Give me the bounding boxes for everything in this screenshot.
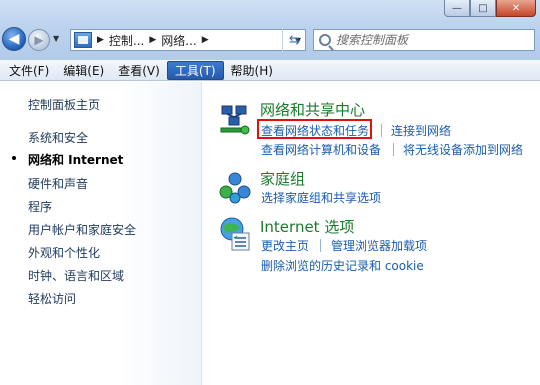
maximize-button[interactable]: □ [470, 0, 496, 17]
forward-arrow-icon: ▶ [34, 33, 44, 47]
menu-bar: 文件(F) 编辑(E) 查看(V) 工具(T) 帮助(H) [0, 60, 540, 81]
nav-user-accounts[interactable]: 用户帐户和家庭安全 [28, 221, 136, 238]
nav-programs[interactable]: 程序 [28, 198, 52, 215]
link-separator [393, 143, 394, 156]
homegroup-icon[interactable] [218, 170, 252, 204]
left-nav-pane: 控制面板主页 系统和安全 网络和 Internet 硬件和声音 程序 用户帐户和… [0, 82, 202, 385]
menu-view[interactable]: 查看(V) [111, 61, 167, 80]
menu-edit[interactable]: 编辑(E) [56, 61, 111, 80]
chevron-down-icon: ▼ [53, 34, 60, 43]
search-input[interactable] [336, 33, 526, 47]
nav-system-security[interactable]: 系统和安全 [28, 129, 88, 146]
nav-hardware-sound[interactable]: 硬件和声音 [28, 175, 88, 192]
link-connect-network[interactable]: 连接到网络 [391, 122, 451, 139]
close-button[interactable]: ✕ [496, 0, 536, 17]
search-box[interactable] [313, 29, 535, 51]
nav-control-panel-home[interactable]: 控制面板主页 [28, 96, 100, 113]
window-controls: — □ ✕ [444, 0, 536, 17]
back-arrow-icon: ◀ [8, 31, 20, 47]
link-manage-addons[interactable]: 管理浏览器加载项 [331, 237, 427, 254]
network-sharing-title[interactable]: 网络和共享中心 [260, 99, 365, 120]
nav-clock-language[interactable]: 时钟、语言和区域 [28, 267, 124, 284]
link-separator [381, 124, 382, 137]
nav-network-internet[interactable]: 网络和 Internet [28, 151, 123, 168]
link-separator [320, 239, 321, 252]
menu-help[interactable]: 帮助(H) [224, 61, 280, 80]
refresh-icon: ⇆ [289, 32, 300, 48]
minimize-button[interactable]: — [444, 0, 470, 17]
nav-appearance[interactable]: 外观和个性化 [28, 244, 100, 261]
nav-ease-of-access[interactable]: 轻松访问 [28, 290, 76, 307]
homegroup-title[interactable]: 家庭组 [260, 168, 305, 189]
link-add-wireless-device[interactable]: 将无线设备添加到网络 [403, 141, 523, 158]
current-item-bullet [12, 156, 16, 160]
search-icon [319, 34, 331, 46]
link-view-network-computers[interactable]: 查看网络计算机和设备 [261, 141, 381, 158]
breadcrumb-arrow-icon[interactable]: ▶ [149, 35, 156, 45]
control-panel-icon [74, 32, 92, 48]
recent-pages-dropdown[interactable]: ▼ [53, 34, 59, 43]
breadcrumb-network[interactable]: 网络... [161, 32, 196, 49]
back-button[interactable]: ◀ [2, 27, 26, 51]
menu-file[interactable]: 文件(F) [2, 61, 56, 80]
highlight-box [257, 119, 372, 139]
address-bar[interactable]: ▶ 控制... ▶ 网络... ▶ ▼ [70, 29, 306, 51]
link-homegroup-options[interactable]: 选择家庭组和共享选项 [261, 189, 381, 206]
internet-options-title[interactable]: Internet 选项 [260, 216, 354, 237]
breadcrumb-arrow-icon[interactable]: ▶ [202, 35, 209, 45]
internet-options-icon[interactable] [218, 216, 252, 252]
link-delete-history[interactable]: 删除浏览的历史记录和 cookie [261, 257, 424, 274]
link-change-homepage[interactable]: 更改主页 [261, 237, 309, 254]
refresh-button[interactable]: ⇆ [282, 29, 306, 51]
window-chrome: — □ ✕ ◀ ▶ ▼ ▶ 控制... ▶ 网络... ▶ ▼ ⇆ [0, 0, 540, 60]
breadcrumb-control-panel[interactable]: 控制... [109, 32, 144, 49]
network-sharing-icon[interactable] [218, 103, 252, 137]
breadcrumb-arrow-icon[interactable]: ▶ [97, 35, 104, 45]
menu-tools[interactable]: 工具(T) [166, 60, 224, 80]
forward-button[interactable]: ▶ [28, 29, 50, 51]
